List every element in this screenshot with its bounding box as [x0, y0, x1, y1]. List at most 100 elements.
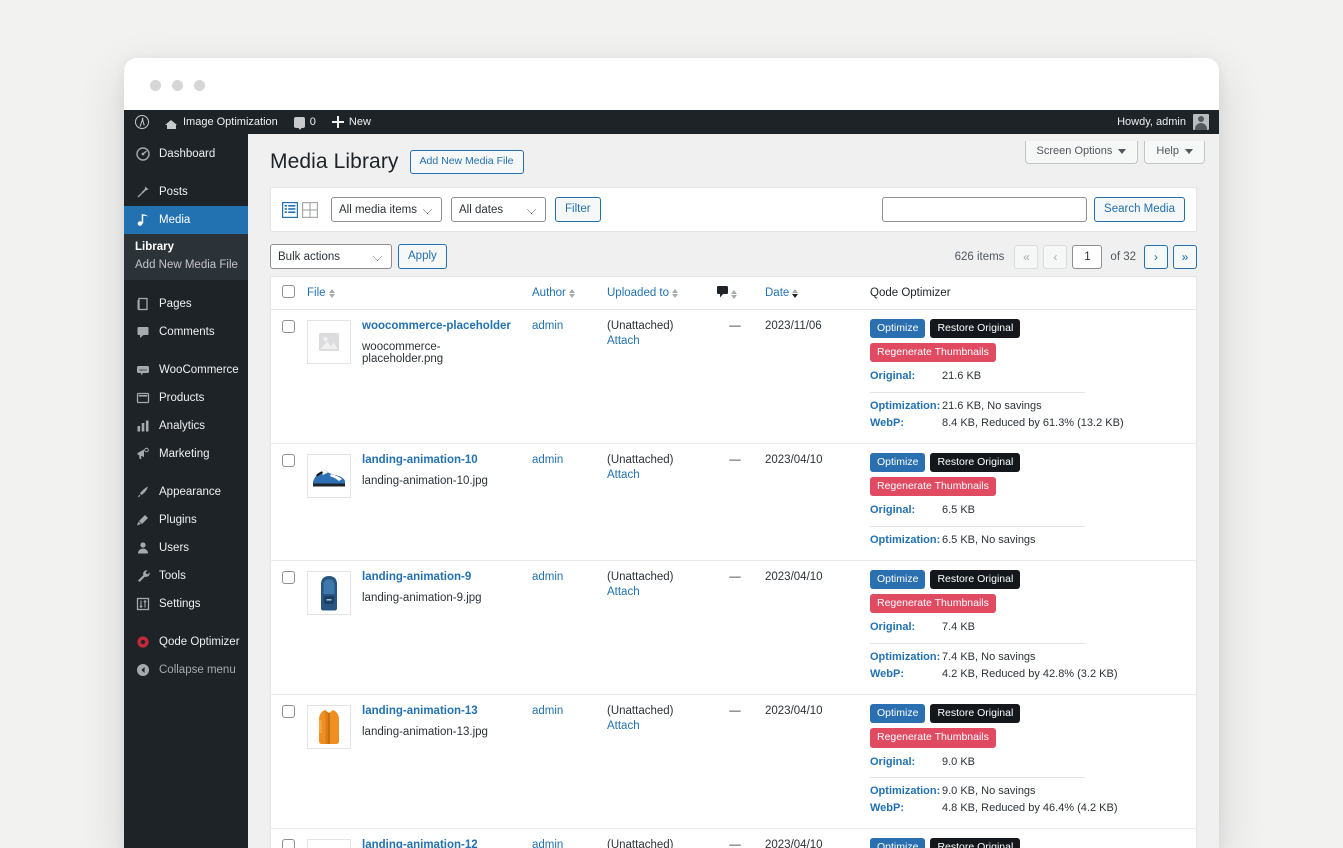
comments-value: —: [729, 320, 741, 332]
first-page-button[interactable]: «: [1014, 245, 1038, 269]
sidebar-item-pages[interactable]: Pages: [124, 290, 248, 318]
last-page-button[interactable]: »: [1173, 245, 1197, 269]
pin-icon: [135, 185, 150, 200]
sidebar-item-dashboard[interactable]: Dashboard: [124, 140, 248, 168]
restore-original-button[interactable]: Restore Original: [930, 319, 1020, 338]
column-header-uploaded-to[interactable]: Uploaded to: [601, 277, 711, 310]
sidebar-item-collapse-menu[interactable]: Collapse menu: [124, 656, 248, 684]
site-name-menu[interactable]: Image Optimization: [157, 110, 286, 134]
column-header-date[interactable]: Date: [759, 277, 864, 310]
file-title-link[interactable]: landing-animation-9: [362, 571, 482, 583]
help-button[interactable]: Help: [1144, 141, 1205, 164]
current-page-input[interactable]: [1072, 245, 1102, 269]
attach-link[interactable]: Attach: [607, 720, 705, 732]
select-all-checkbox[interactable]: [282, 285, 295, 298]
attach-link[interactable]: Attach: [607, 586, 705, 598]
author-link[interactable]: admin: [532, 705, 563, 717]
restore-original-button[interactable]: Restore Original: [930, 704, 1020, 723]
file-title-link[interactable]: woocommerce-placeholder: [362, 320, 520, 332]
optimize-button[interactable]: Optimize: [870, 453, 925, 472]
bulk-actions-select[interactable]: Bulk actions: [270, 244, 392, 269]
optimize-button[interactable]: Optimize: [870, 704, 925, 723]
list-view-icon[interactable]: [282, 202, 298, 218]
sidebar-item-media[interactable]: Media: [124, 206, 248, 234]
attach-link[interactable]: Attach: [607, 335, 705, 347]
window-minimize-dot[interactable]: [172, 80, 183, 91]
row-checkbox[interactable]: [282, 571, 295, 584]
regenerate-thumbnails-button[interactable]: Regenerate Thumbnails: [870, 594, 996, 613]
row-checkbox[interactable]: [282, 705, 295, 718]
submenu-item-library[interactable]: Library: [124, 238, 248, 256]
date-filter[interactable]: All dates: [451, 197, 546, 222]
sidebar-item-label: Posts: [159, 186, 188, 198]
sidebar-item-comments[interactable]: Comments: [124, 318, 248, 346]
my-account-menu[interactable]: Howdy, admin: [1117, 110, 1219, 134]
date-value: 2023/04/10: [765, 839, 823, 848]
file-title-link[interactable]: landing-animation-13: [362, 705, 488, 717]
sidebar-item-plugins[interactable]: Plugins: [124, 506, 248, 534]
sidebar-item-label: Users: [159, 542, 189, 554]
file-name: landing-animation-13.jpg: [362, 726, 488, 738]
wp-logo-menu[interactable]: [124, 110, 157, 134]
sidebar-item-settings[interactable]: Settings: [124, 590, 248, 618]
restore-original-button[interactable]: Restore Original: [930, 453, 1020, 472]
search-input[interactable]: [882, 197, 1087, 222]
sidebar-item-products[interactable]: Products: [124, 384, 248, 412]
sidebar-item-users[interactable]: Users: [124, 534, 248, 562]
filter-button[interactable]: Filter: [555, 197, 601, 222]
sidebar-item-tools[interactable]: Tools: [124, 562, 248, 590]
sidebar-item-qode-optimizer[interactable]: Qode Optimizer: [124, 628, 248, 656]
sidebar-item-marketing[interactable]: Marketing: [124, 440, 248, 468]
file-name: woocommerce-placeholder.png: [362, 341, 443, 365]
home-icon: [165, 116, 178, 129]
submenu-item-add-new-media-file[interactable]: Add New Media File: [124, 256, 248, 274]
new-content-menu[interactable]: New: [324, 110, 379, 134]
optimize-button[interactable]: Optimize: [870, 319, 925, 338]
sidebar-item-analytics[interactable]: Analytics: [124, 412, 248, 440]
window-maximize-dot[interactable]: [194, 80, 205, 91]
regenerate-thumbnails-button[interactable]: Regenerate Thumbnails: [870, 728, 996, 747]
comments-bubble[interactable]: 0: [286, 110, 324, 134]
optimize-button[interactable]: Optimize: [870, 570, 925, 589]
file-title-link[interactable]: landing-animation-12: [362, 839, 488, 848]
search-media-button[interactable]: Search Media: [1094, 197, 1185, 222]
qode-actions: Optimize Restore Original Regenerate Thu…: [870, 453, 1085, 496]
view-mode-switch: [282, 202, 318, 218]
sidebar-item-label: Plugins: [159, 514, 197, 526]
author-link[interactable]: admin: [532, 839, 563, 848]
webp-value: 4.2 KB, Reduced by 42.8% (3.2 KB): [942, 667, 1190, 683]
row-checkbox[interactable]: [282, 320, 295, 333]
dashboard-icon: [135, 147, 150, 162]
window-close-dot[interactable]: [150, 80, 161, 91]
restore-original-button[interactable]: Restore Original: [930, 838, 1020, 848]
column-header-comments[interactable]: [711, 277, 759, 310]
restore-original-button[interactable]: Restore Original: [930, 570, 1020, 589]
row-checkbox[interactable]: [282, 839, 295, 848]
file-title-link[interactable]: landing-animation-10: [362, 454, 488, 466]
optimize-button[interactable]: Optimize: [870, 838, 925, 848]
apply-button[interactable]: Apply: [398, 244, 447, 269]
woocommerce-icon: woo: [135, 363, 150, 378]
column-header-author[interactable]: Author: [526, 277, 601, 310]
webp-label: WebP:: [870, 667, 942, 683]
sidebar-item-woocommerce[interactable]: woo WooCommerce: [124, 356, 248, 384]
sidebar-item-label: Appearance: [159, 486, 221, 498]
screen-options-button[interactable]: Screen Options: [1025, 141, 1139, 164]
sidebar-item-appearance[interactable]: Appearance: [124, 478, 248, 506]
attach-link[interactable]: Attach: [607, 469, 705, 481]
comments-count: 0: [310, 116, 316, 128]
sidebar-item-posts[interactable]: Posts: [124, 178, 248, 206]
media-type-filter[interactable]: All media items: [331, 197, 442, 222]
prev-page-button[interactable]: ‹: [1043, 245, 1067, 269]
jacket-image: [307, 705, 351, 749]
author-link[interactable]: admin: [532, 571, 563, 583]
add-new-media-file-button[interactable]: Add New Media File: [410, 150, 524, 174]
column-header-file[interactable]: File: [301, 277, 526, 310]
regenerate-thumbnails-button[interactable]: Regenerate Thumbnails: [870, 477, 996, 496]
next-page-button[interactable]: ›: [1144, 245, 1168, 269]
row-checkbox[interactable]: [282, 454, 295, 467]
author-link[interactable]: admin: [532, 454, 563, 466]
author-link[interactable]: admin: [532, 320, 563, 332]
regenerate-thumbnails-button[interactable]: Regenerate Thumbnails: [870, 343, 996, 362]
grid-view-icon[interactable]: [302, 202, 318, 218]
